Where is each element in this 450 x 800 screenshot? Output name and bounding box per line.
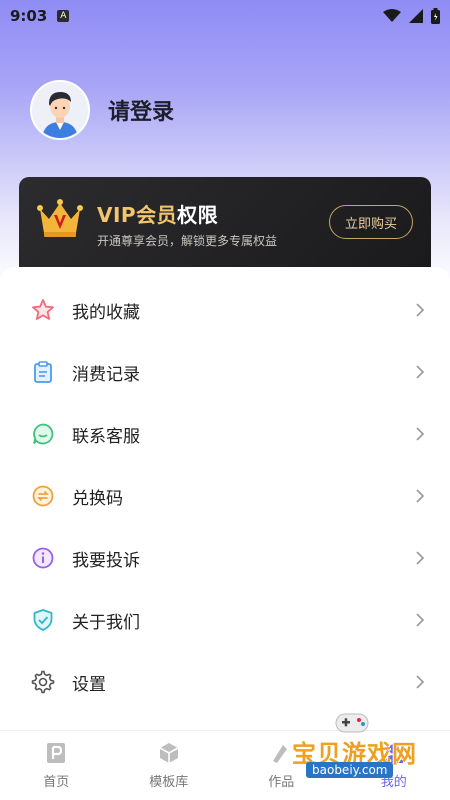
shield-check-icon [30,607,56,633]
works-icon [273,745,288,763]
notification-a-icon: A [57,10,70,22]
menu-item-label: 消费记录 [72,364,140,385]
home-p-icon [47,743,66,763]
chevron-right-icon [416,613,425,627]
status-time: 9:03 [10,7,48,25]
menu-item-label: 设置 [72,674,106,695]
battery-icon [431,8,440,24]
menu-item-about-us[interactable]: 关于我们 [0,589,450,651]
chevron-right-icon [416,551,425,565]
watermark: 宝贝游戏网 baobeiy.com [292,712,432,792]
menu-item-label: 兑换码 [72,488,123,509]
menu-item-customer-service[interactable]: 联系客服 [0,403,450,465]
chevron-right-icon [416,365,425,379]
vip-title-highlight: VIP会员 [97,203,178,227]
menu-panel: 我的收藏 消费记录 联系客服 兑换码 我要投诉 关于我们 设置 [0,267,450,732]
info-icon [30,545,56,571]
menu-item-complaint[interactable]: 我要投诉 [0,527,450,589]
menu-item-label: 我的收藏 [72,302,140,323]
nav-home[interactable]: 首页 [0,731,113,800]
nav-label: 模板库 [149,775,189,790]
buy-now-button[interactable]: 立即购买 [329,205,413,239]
status-bar: 9:03 A [0,0,450,32]
menu-item-label: 联系客服 [72,426,140,447]
vip-crown-icon [37,199,83,237]
exchange-icon [30,483,56,509]
gear-icon [30,669,56,695]
menu-item-purchase-history[interactable]: 消费记录 [0,341,450,403]
chevron-right-icon [416,675,425,689]
watermark-url: baobeiy.com [306,762,394,778]
profile-section[interactable]: 请登录 [30,80,174,140]
vip-subtitle: 开通尊享会员，解锁更多专属权益 [97,234,278,248]
avatar[interactable] [30,80,90,140]
nav-template-library[interactable]: 模板库 [113,731,226,800]
avatar-person-icon [32,82,88,138]
chevron-right-icon [416,427,425,441]
chevron-right-icon [416,303,425,317]
chat-icon [30,421,56,447]
menu-item-label: 关于我们 [72,612,140,633]
gamepad-icon [335,713,369,733]
menu-item-redeem-code[interactable]: 兑换码 [0,465,450,527]
menu-item-favorites[interactable]: 我的收藏 [0,279,450,341]
clipboard-icon [30,359,56,385]
menu-item-label: 我要投诉 [72,550,140,571]
vip-card[interactable]: VIP会员权限 开通尊享会员，解锁更多专属权益 立即购买 [19,177,431,277]
box-icon [159,743,179,763]
menu-item-settings[interactable]: 设置 [0,651,450,713]
star-icon [30,297,56,323]
nav-label: 作品 [268,775,295,790]
vip-title-plain: 权限 [177,203,219,227]
wifi-icon [383,9,401,22]
login-label[interactable]: 请登录 [108,94,174,126]
vip-title: VIP会员权限 [97,199,218,228]
chevron-right-icon [416,489,425,503]
nav-label: 首页 [43,775,70,790]
signal-icon [409,9,423,23]
status-icons [383,8,440,24]
